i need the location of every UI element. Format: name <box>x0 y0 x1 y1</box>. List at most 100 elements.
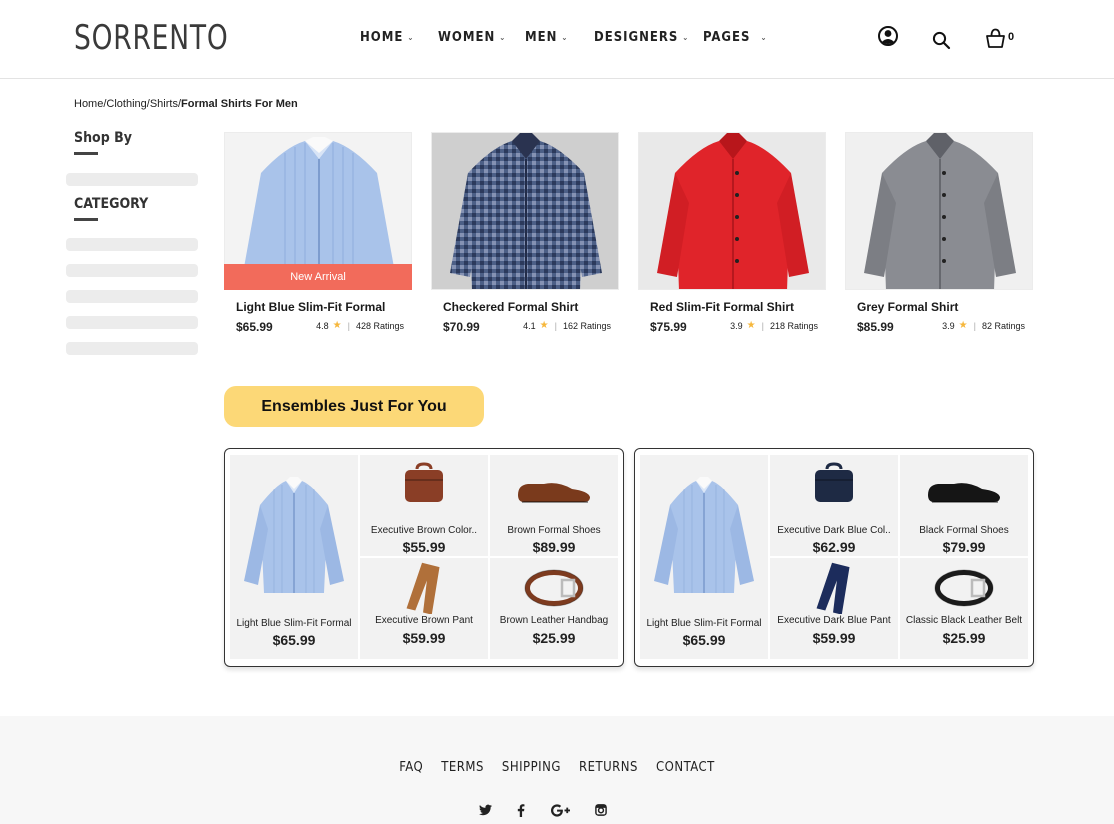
briefcase-icon <box>770 459 898 512</box>
filter-placeholder <box>66 173 198 186</box>
ensemble-item[interactable]: Black Formal Shoes $79.99 <box>900 455 1028 556</box>
nav-women[interactable]: WOMEN ⌄ <box>438 30 506 45</box>
breadcrumb: Home/Clothing/Shirts/Formal Shirts For M… <box>74 98 298 110</box>
ensemble-item-price: $62.99 <box>812 539 856 555</box>
product-card[interactable]: Red Slim-Fit Formal Shirt $75.99 3.9 ★ | 21… <box>638 132 826 342</box>
product-card[interactable]: Grey Formal Shirt $85.99 3.9 ★ | 82 Ratings <box>845 132 1033 342</box>
ensemble-item-price: $89.99 <box>532 539 576 555</box>
user-icon[interactable] <box>878 26 898 46</box>
site-footer: FAQ TERMS SHIPPING RETURNS CONTACT <box>0 716 1114 824</box>
star-icon: ★ <box>332 320 342 331</box>
product-name[interactable]: Grey Formal Shirt <box>857 300 958 314</box>
ensemble-item-label: Executive Brown Pant <box>375 615 473 626</box>
shirt-image <box>846 133 1032 289</box>
footer-link-contact[interactable]: CONTACT <box>656 760 715 775</box>
ensemble-item-price: $25.99 <box>532 630 576 646</box>
product-price: $85.99 <box>857 320 894 334</box>
shirt-image <box>234 473 354 598</box>
ensemble-item-label: Executive Brown Color.. <box>370 525 478 536</box>
ensembles-button[interactable]: Ensembles Just For You <box>224 386 484 427</box>
star-icon: ★ <box>746 320 756 331</box>
product-price: $75.99 <box>650 320 687 334</box>
ensemble-item-price: $79.99 <box>942 539 986 555</box>
briefcase-icon <box>360 459 488 512</box>
footer-link-returns[interactable]: RETURNS <box>579 760 638 775</box>
search-icon[interactable] <box>932 31 951 50</box>
footer-link-faq[interactable]: FAQ <box>399 760 423 775</box>
footer-links: FAQ TERMS SHIPPING RETURNS CONTACT <box>0 760 1114 775</box>
product-image[interactable] <box>431 132 619 290</box>
pant-icon <box>360 562 488 619</box>
nav-pages[interactable]: PAGES ⌄ <box>703 30 767 45</box>
product-rating: 4.1 ★ | 162 Ratings <box>523 320 611 331</box>
product-name[interactable]: Light Blue Slim-Fit Formal <box>236 300 385 314</box>
chevron-down-icon: ⌄ <box>682 33 690 42</box>
brand-logo[interactable]: SORRENTO <box>74 18 228 58</box>
category-heading: CATEGORY <box>74 196 149 212</box>
category-placeholder <box>66 342 198 355</box>
shoe-icon <box>900 469 1028 514</box>
footer-link-shipping[interactable]: SHIPPING <box>502 760 561 775</box>
ensemble-main-item[interactable]: Light Blue Slim-Fit Formal $65.99 <box>640 455 768 659</box>
ensemble-item[interactable]: Executive Brown Color.. $55.99 <box>360 455 488 556</box>
new-arrival-badge: New Arrival <box>224 264 412 290</box>
product-image[interactable] <box>638 132 826 290</box>
ensemble-item[interactable]: Executive Dark Blue Col.. $62.99 <box>770 455 898 556</box>
instagram-icon[interactable] <box>595 804 607 816</box>
nav-designers[interactable]: DESIGNERS ⌄ <box>594 30 689 45</box>
category-placeholder <box>66 264 198 277</box>
product-card[interactable]: New Arrival Light Blue Slim-Fit Formal $… <box>224 132 412 342</box>
breadcrumb-current: Formal Shirts For Men <box>181 98 298 110</box>
ensemble-item-label: Executive Dark Blue Col.. <box>777 525 891 536</box>
twitter-icon[interactable] <box>479 804 492 816</box>
ensemble-item-price: $59.99 <box>812 630 856 646</box>
ensemble-item[interactable]: Brown Leather Handbag $25.99 <box>490 558 618 659</box>
ensemble-item[interactable]: Executive Dark Blue Pant $59.99 <box>770 558 898 659</box>
site-header: SORRENTO HOME ⌄ WOMEN ⌄ MEN ⌄ DESIGNERS ⌄ PA… <box>0 0 1114 79</box>
ensemble-item-label: Classic Black Leather Belt <box>905 615 1023 626</box>
chevron-down-icon: ⌄ <box>407 33 415 42</box>
category-placeholder <box>66 238 198 251</box>
breadcrumb-shirts[interactable]: Shirts <box>150 98 178 110</box>
star-icon: ★ <box>958 320 968 331</box>
ensemble-item-label: Black Formal Shoes <box>919 525 1009 536</box>
chevron-down-icon: ⌄ <box>760 33 768 42</box>
shirt-image <box>639 133 825 289</box>
chevron-down-icon: ⌄ <box>499 33 507 42</box>
ensemble-item-price: $55.99 <box>402 539 446 555</box>
nav-men[interactable]: MEN ⌄ <box>525 30 568 45</box>
nav-home[interactable]: HOME ⌄ <box>360 30 414 45</box>
ensemble-item-price: $25.99 <box>942 630 986 646</box>
ensemble-item-price: $65.99 <box>272 632 316 648</box>
footer-link-terms[interactable]: TERMS <box>441 760 484 775</box>
belt-icon <box>900 566 1028 615</box>
category-placeholder <box>66 290 198 303</box>
star-icon: ★ <box>539 320 549 331</box>
ensemble-item[interactable]: Executive Brown Pant $59.99 <box>360 558 488 659</box>
ensemble-item[interactable]: Classic Black Leather Belt $25.99 <box>900 558 1028 659</box>
breadcrumb-clothing[interactable]: Clothing <box>106 98 146 110</box>
ensemble-item[interactable]: Brown Formal Shoes $89.99 <box>490 455 618 556</box>
chevron-down-icon: ⌄ <box>561 33 569 42</box>
shirt-image <box>644 473 764 598</box>
product-price: $70.99 <box>443 320 480 334</box>
product-card[interactable]: Checkered Formal Shirt $70.99 4.1 ★ | 162 R… <box>431 132 619 342</box>
cart-count: 0 <box>1008 31 1015 43</box>
google-plus-icon[interactable] <box>551 804 570 817</box>
ensemble-item-price: $65.99 <box>682 632 726 648</box>
product-image[interactable] <box>845 132 1033 290</box>
breadcrumb-home[interactable]: Home <box>74 98 103 110</box>
product-rating: 3.9 ★ | 82 Ratings <box>942 320 1025 331</box>
ensemble-item-label: Light Blue Slim-Fit Formal <box>236 618 352 629</box>
cart-icon[interactable] <box>985 28 1006 48</box>
ensemble-main-item[interactable]: Light Blue Slim-Fit Formal $65.99 <box>230 455 358 659</box>
product-name[interactable]: Red Slim-Fit Formal Shirt <box>650 300 794 314</box>
product-price: $65.99 <box>236 320 273 334</box>
product-rating: 3.9 ★ | 218 Ratings <box>730 320 818 331</box>
category-placeholder <box>66 316 198 329</box>
ensemble-item-label: Brown Leather Handbag <box>499 615 609 626</box>
ensemble-item-label: Light Blue Slim-Fit Formal <box>646 618 762 629</box>
facebook-icon[interactable] <box>517 804 525 817</box>
product-name[interactable]: Checkered Formal Shirt <box>443 300 578 314</box>
shirt-image <box>432 133 618 289</box>
